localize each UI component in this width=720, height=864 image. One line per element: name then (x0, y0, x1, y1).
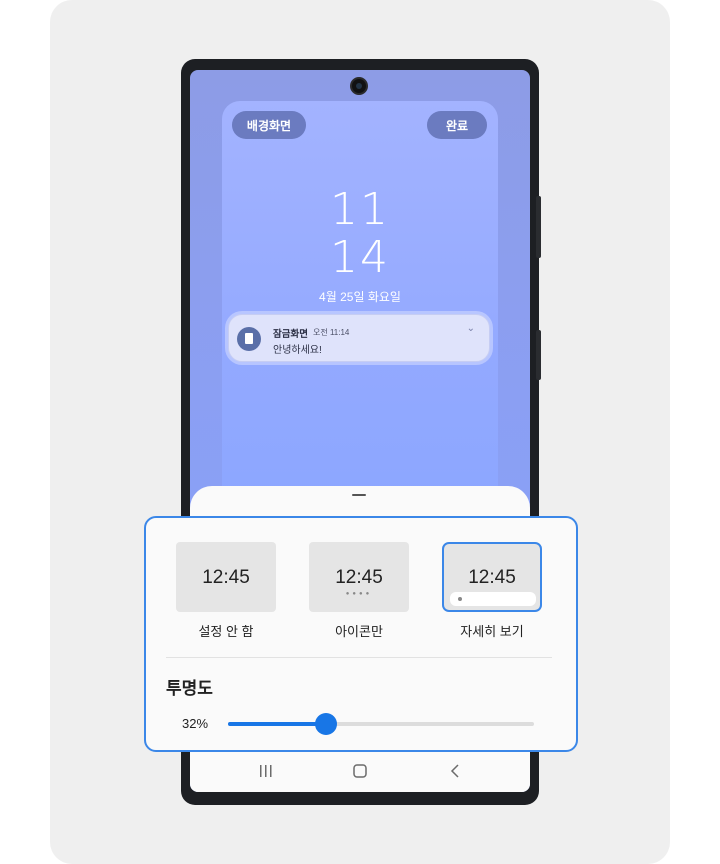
back-icon[interactable] (448, 762, 464, 786)
recents-icon[interactable] (258, 762, 274, 786)
sheet-handle[interactable] (352, 494, 366, 496)
transparency-slider[interactable] (228, 713, 534, 735)
wallpaper-button[interactable]: 배경화면 (232, 111, 306, 139)
done-button[interactable]: 완료 (427, 111, 487, 139)
clock-minute: 14 (330, 232, 390, 283)
transparency-title: 투명도 (166, 679, 213, 698)
power-button (536, 330, 541, 380)
notification-card[interactable]: 잠금화면 오전 11:14 안녕하세요! ⌄ (228, 314, 490, 362)
style-label-details: 자세히 보기 (460, 624, 524, 639)
style-option-none[interactable]: 12:45 (176, 542, 276, 612)
volume-button (536, 196, 541, 258)
transparency-value: 32% (182, 716, 209, 731)
home-icon[interactable] (352, 762, 368, 786)
slider-fill (228, 722, 326, 726)
lock-app-icon (237, 327, 261, 351)
chevron-down-icon[interactable]: ⌄ (467, 323, 475, 334)
style-option-details[interactable]: 12:45 (442, 542, 542, 612)
style-option-icons-only[interactable]: 12:45 ●●●● (309, 542, 409, 612)
notification-message: 안녕하세요! (273, 345, 322, 356)
style-label-icons-only: 아이콘만 (335, 624, 383, 639)
clock-hour: 11 (330, 184, 390, 235)
notification-app-name: 잠금화면 (273, 329, 308, 340)
option-clock: 12:45 (202, 567, 250, 588)
notification-time: 오전 11:14 (313, 328, 350, 337)
front-camera (350, 77, 368, 95)
slider-thumb[interactable] (315, 713, 337, 735)
option-clock: 12:45 (468, 567, 516, 588)
lock-date: 4월 25일 화요일 (319, 290, 401, 304)
mini-notification-preview (450, 592, 536, 606)
style-label-none: 설정 안 함 (198, 624, 254, 639)
lock-screen-preview (222, 101, 498, 521)
option-clock: 12:45 (335, 567, 383, 588)
divider (166, 657, 552, 658)
icon-dots: ●●●● (345, 591, 373, 597)
